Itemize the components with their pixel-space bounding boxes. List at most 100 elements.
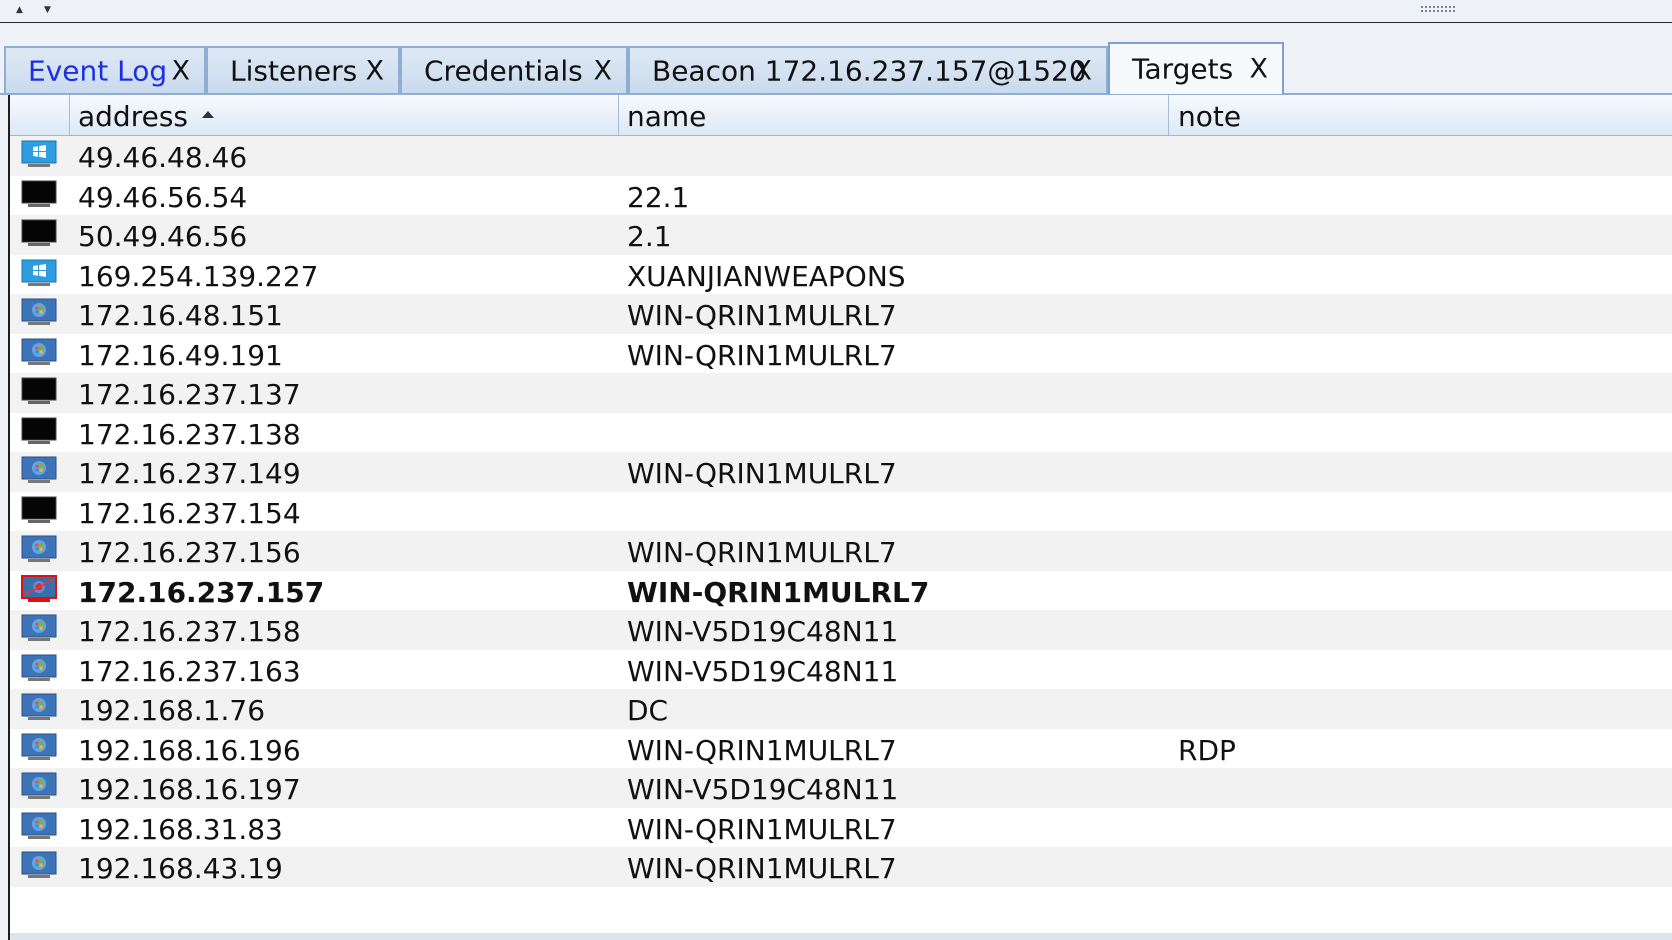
address-cell: 50.49.46.56: [78, 220, 248, 253]
address-cell: 172.16.237.163: [78, 654, 301, 688]
row-os-icon-cell: [20, 377, 58, 405]
name-cell: 22.1: [627, 180, 690, 214]
row-os-icon-cell: [20, 812, 58, 840]
row-os-icon-cell: [20, 693, 58, 721]
tab-event-log[interactable]: Event Log X: [4, 46, 206, 94]
tab-label: Beacon 172.16.237.157@1520: [652, 54, 1087, 88]
address-cell: 192.168.16.197: [78, 773, 301, 806]
tab-label: Event Log: [28, 54, 168, 88]
tab-label: Targets: [1132, 52, 1234, 86]
windows-7-icon: [21, 812, 57, 839]
table-row[interactable]: 169.254.139.227 XUANJIANWEAPONS: [10, 254, 1672, 294]
name-cell: WIN-QRIN1MULRL7: [627, 299, 897, 332]
table-row[interactable]: 172.16.48.151 WIN-QRIN1MULRL7: [10, 294, 1672, 334]
name-cell: XUANJIANWEAPONS: [627, 259, 906, 293]
column-header-note[interactable]: note: [1168, 95, 1672, 135]
unknown-host-icon: [21, 180, 57, 207]
name-cell: WIN-QRIN1MULRL7: [627, 338, 897, 372]
row-os-icon-cell: [20, 417, 58, 445]
table-row[interactable]: 172.16.237.149 WIN-QRIN1MULRL7: [10, 452, 1672, 492]
column-header-name[interactable]: name: [617, 95, 1169, 135]
tab-strip: Event Log X Listeners X Credentials X Be…: [0, 42, 1672, 94]
row-os-icon-cell: [20, 456, 58, 484]
table-body: 49.46.48.46 49.46.56.54 22.1 50.49.46.56 2.1…: [10, 136, 1672, 887]
tab-listeners[interactable]: Listeners X: [206, 46, 400, 94]
table-row[interactable]: 192.168.16.197 WIN-V5D19C48N11: [10, 768, 1672, 808]
name-cell: WIN-QRIN1MULRL7: [627, 852, 897, 885]
column-header-icon[interactable]: [10, 95, 70, 135]
name-cell: WIN-QRIN1MULRL7: [627, 733, 897, 767]
table-header: address name note: [10, 95, 1672, 136]
tab-label: Credentials: [424, 54, 583, 88]
table-row[interactable]: 172.16.237.158 WIN-V5D19C48N11: [10, 610, 1672, 650]
table-row[interactable]: 192.168.31.83 WIN-QRIN1MULRL7: [10, 807, 1672, 847]
tab-targets[interactable]: Targets X: [1108, 42, 1284, 94]
tab-credentials[interactable]: Credentials X: [400, 46, 628, 94]
windows-7-icon: [21, 456, 57, 483]
top-bar: ▲ ▼: [0, 0, 1672, 23]
name-cell: WIN-V5D19C48N11: [627, 773, 899, 806]
table-row[interactable]: 172.16.237.138: [10, 412, 1672, 452]
row-os-icon-cell: [20, 574, 58, 603]
address-cell: 172.16.237.137: [78, 378, 301, 411]
address-cell: 172.16.49.191: [78, 338, 283, 372]
windows-7-icon: [21, 851, 57, 878]
column-header-address[interactable]: address: [68, 95, 619, 135]
address-cell: 192.168.31.83: [78, 812, 283, 846]
split-pane-grip[interactable]: [1420, 5, 1456, 13]
name-cell: WIN-QRIN1MULRL7: [627, 457, 897, 490]
windows-7-icon: [21, 298, 57, 325]
sort-ascending-icon: [202, 110, 215, 118]
arrow-down-icon[interactable]: ▼: [44, 6, 51, 15]
name-cell: WIN-V5D19C48N11: [627, 654, 899, 688]
table-row[interactable]: 192.168.16.196 WIN-QRIN1MULRL7 RDP: [10, 728, 1672, 768]
tab-beacon[interactable]: Beacon 172.16.237.157@1520 X: [628, 46, 1108, 94]
address-cell: 172.16.237.157: [78, 575, 325, 609]
unknown-host-icon: [21, 417, 57, 444]
row-os-icon-cell: [20, 338, 58, 366]
arrow-up-icon[interactable]: ▲: [16, 6, 23, 15]
note-cell: RDP: [1178, 733, 1236, 767]
tab-close-button[interactable]: X: [594, 56, 613, 87]
table-row[interactable]: 172.16.237.157 WIN-QRIN1MULRL7: [10, 570, 1672, 610]
table-row[interactable]: 192.168.1.76 DC: [10, 689, 1672, 729]
address-cell: 192.168.1.76: [78, 694, 266, 727]
name-cell: WIN-V5D19C48N11: [627, 615, 899, 648]
unknown-host-icon: [21, 377, 57, 404]
windows-7-icon: [21, 614, 57, 641]
row-os-icon-cell: [20, 614, 58, 642]
row-os-icon-cell: [20, 654, 58, 682]
table-row[interactable]: 172.16.237.154: [10, 491, 1672, 531]
table-row[interactable]: 172.16.237.137: [10, 373, 1672, 413]
table-row[interactable]: 50.49.46.56 2.1: [10, 215, 1672, 255]
tab-label: Listeners: [230, 54, 358, 88]
windows-icon: [21, 259, 57, 286]
tab-close-button[interactable]: X: [1074, 56, 1093, 87]
table-row[interactable]: 49.46.56.54 22.1: [10, 175, 1672, 215]
horizontal-scrollbar[interactable]: [10, 933, 1672, 940]
column-header-label: address: [78, 100, 189, 133]
column-header-label: name: [627, 100, 707, 133]
address-cell: 172.16.237.154: [78, 496, 301, 530]
row-os-icon-cell: [20, 298, 58, 326]
table-row[interactable]: 192.168.43.19 WIN-QRIN1MULRL7: [10, 847, 1672, 887]
address-cell: 169.254.139.227: [78, 259, 319, 293]
compromised-host-icon: [21, 574, 57, 602]
row-os-icon-cell: [20, 140, 58, 168]
address-cell: 49.46.56.54: [78, 180, 248, 214]
address-cell: 172.16.237.156: [78, 536, 301, 569]
address-cell: 172.16.237.158: [78, 615, 301, 648]
table-row[interactable]: 49.46.48.46: [10, 136, 1672, 176]
row-os-icon-cell: [20, 772, 58, 800]
table-row[interactable]: 172.16.49.191 WIN-QRIN1MULRL7: [10, 333, 1672, 373]
tab-close-button[interactable]: X: [172, 56, 191, 87]
name-cell: WIN-QRIN1MULRL7: [627, 575, 930, 609]
tab-close-button[interactable]: X: [1250, 54, 1269, 85]
unknown-host-icon: [21, 496, 57, 523]
table-row[interactable]: 172.16.237.156 WIN-QRIN1MULRL7: [10, 531, 1672, 571]
address-cell: 49.46.48.46: [78, 141, 248, 174]
table-row[interactable]: 172.16.237.163 WIN-V5D19C48N11: [10, 649, 1672, 689]
targets-table: address name note 49.46.48.46 49.46.56.54…: [8, 95, 1672, 940]
column-header-label: note: [1178, 100, 1242, 133]
tab-close-button[interactable]: X: [366, 56, 385, 87]
